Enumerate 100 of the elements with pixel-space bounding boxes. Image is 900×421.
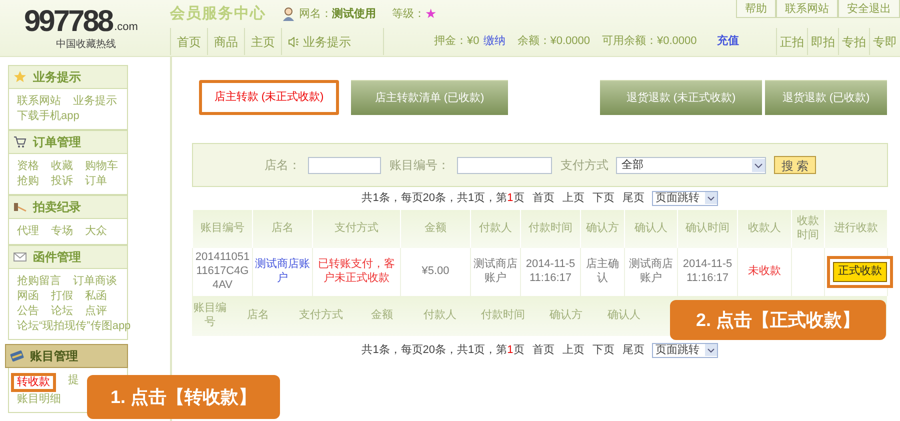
page-link[interactable]: 首页 <box>532 342 554 358</box>
nav-link[interactable]: 业务提示 <box>282 28 384 55</box>
sidebar-link[interactable]: 业务提示 <box>73 94 117 109</box>
recharge-link[interactable]: 充值 <box>716 33 739 50</box>
cart-icon <box>13 135 27 149</box>
hammer-icon <box>13 200 27 214</box>
page-link[interactable]: 下页 <box>592 342 614 358</box>
tab[interactable]: 退货退款 (未正式收款) <box>600 80 762 115</box>
sidebar-link[interactable]: 购物车 <box>85 159 118 174</box>
sidebar-link[interactable]: 大众 <box>85 224 107 239</box>
nav-link[interactable]: 主页 <box>245 28 282 55</box>
column-header: 店名 <box>246 309 270 323</box>
sidebar-link[interactable]: 抢购 <box>17 174 39 189</box>
logo-tagline: 中国收藏热线 <box>56 38 117 52</box>
sidebar-link[interactable]: 代理 <box>17 224 39 239</box>
username-label: 网名： <box>299 6 332 22</box>
logo-domain: .com <box>114 22 138 33</box>
account-balance: 可用余额：¥0.0000 <box>602 34 697 50</box>
logo-mark: 997788 <box>24 7 112 37</box>
field-label: 支付方式 <box>560 157 608 174</box>
column-header: 金额 <box>370 309 394 323</box>
quick-link[interactable]: 专拍 <box>838 28 869 55</box>
sidebar-link[interactable]: 提 <box>68 373 79 392</box>
sidebar-link[interactable]: 账目明细 <box>17 392 61 407</box>
sidebar-link[interactable]: 打假 <box>51 289 73 304</box>
sidebar-link[interactable]: 专场 <box>51 224 73 239</box>
column-header: 确认方 <box>548 309 584 323</box>
section-header[interactable]: 拍卖纪录 <box>8 195 128 219</box>
sidebar-link[interactable]: 点评 <box>85 304 107 319</box>
sidebar-link[interactable]: 网函 <box>17 289 39 304</box>
page-summary: 共1条，每页20条，共1页，第1页 <box>362 190 524 206</box>
section-title: 拍卖纪录 <box>33 199 81 216</box>
sidebar-link[interactable]: 收藏 <box>51 159 73 174</box>
page-summary: 共1条，每页20条，共1页，第1页 <box>362 342 524 358</box>
section-header[interactable]: 业务提示 <box>8 65 128 89</box>
column-header: 账目编号 <box>192 302 228 330</box>
tab[interactable]: 店主转款清单 (已收款) <box>351 80 508 115</box>
page-link[interactable]: 上页 <box>562 342 584 358</box>
page-link[interactable]: 尾页 <box>622 342 644 358</box>
section-title: 订单管理 <box>33 134 81 151</box>
level-label: 等级： <box>392 6 425 22</box>
user-icon <box>282 7 295 21</box>
sidebar-link[interactable]: 论坛 <box>51 304 73 319</box>
section-title: 函件管理 <box>33 249 81 266</box>
column-header: 确认人 <box>606 309 642 323</box>
column-header: 付款时间 <box>480 309 526 323</box>
page-jump-select[interactable]: 页面跳转 <box>652 190 718 206</box>
section-title: 账目管理 <box>30 348 78 365</box>
pay-link[interactable]: 缴纳 <box>483 33 506 50</box>
nav-link[interactable]: 首页 <box>171 28 208 55</box>
header-link[interactable]: 安全退出 <box>838 0 900 18</box>
card-icon <box>10 349 24 363</box>
sidebar-link[interactable]: 私函 <box>85 289 107 304</box>
sidebar-link[interactable]: 抢购留言 <box>17 274 61 289</box>
sidebar-link[interactable]: 资格 <box>17 159 39 174</box>
section-header[interactable]: 账目管理 <box>5 344 128 368</box>
level-mark: ★ <box>425 5 437 24</box>
dropdown-caret-icon <box>705 344 718 356</box>
page-link[interactable]: 上页 <box>562 190 584 206</box>
tab[interactable]: 店主转款 (未正式收款) <box>199 80 339 115</box>
account-balance: 押金：¥0 <box>434 34 480 50</box>
sidebar-link[interactable]: 联系网站 <box>17 94 61 109</box>
search-button[interactable]: 搜 索 <box>774 156 816 174</box>
quick-link[interactable]: 正拍 <box>776 28 807 55</box>
confirm-receipt-button[interactable]: 正式收款 <box>833 262 887 282</box>
sidebar-link[interactable]: 论坛“现拍现传”传图app <box>17 319 131 334</box>
section-header[interactable]: 订单管理 <box>8 130 128 154</box>
page-link[interactable]: 下页 <box>592 190 614 206</box>
sidebar-link[interactable]: 转收款 <box>11 373 56 392</box>
dropdown-caret-icon <box>752 158 766 172</box>
field-label: 账目编号： <box>389 157 450 174</box>
header-link[interactable]: 联系网站 <box>776 0 838 18</box>
select-field[interactable]: 全部 <box>616 156 766 174</box>
member-center-title: 会员服务中心 <box>170 4 266 24</box>
header-link[interactable]: 帮助 <box>736 0 776 18</box>
sidebar-link[interactable]: 订单商谈 <box>73 274 117 289</box>
text-field[interactable] <box>457 156 552 174</box>
text-field[interactable] <box>308 156 382 174</box>
page-link[interactable]: 首页 <box>532 190 554 206</box>
section-header[interactable]: 函件管理 <box>8 245 128 269</box>
sidebar-link[interactable]: 投诉 <box>51 174 73 189</box>
envelope-icon <box>13 250 27 264</box>
tab[interactable]: 退货退款 (已收款) <box>765 80 887 115</box>
page-jump-select[interactable]: 页面跳转 <box>652 342 718 358</box>
page-link[interactable]: 尾页 <box>622 190 644 206</box>
section-title: 业务提示 <box>33 69 81 86</box>
sidebar-link[interactable]: 公告 <box>17 304 39 319</box>
quick-link[interactable]: 专即 <box>869 28 900 55</box>
star-icon <box>13 70 27 84</box>
instruction-callout: 1. 点击【转收款】 <box>87 375 280 419</box>
column-header: 支付方式 <box>298 309 344 323</box>
column-header: 付款人 <box>422 309 458 323</box>
speaker-icon <box>288 36 299 46</box>
sidebar-link[interactable]: 订单 <box>85 174 107 189</box>
username: 测试使用 <box>332 6 376 22</box>
sidebar-link[interactable]: 下载手机app <box>17 109 80 124</box>
dropdown-caret-icon <box>705 192 718 204</box>
instruction-callout: 2. 点击【正式收款】 <box>670 300 886 340</box>
quick-link[interactable]: 即拍 <box>807 28 838 55</box>
nav-link[interactable]: 商品 <box>208 28 245 55</box>
